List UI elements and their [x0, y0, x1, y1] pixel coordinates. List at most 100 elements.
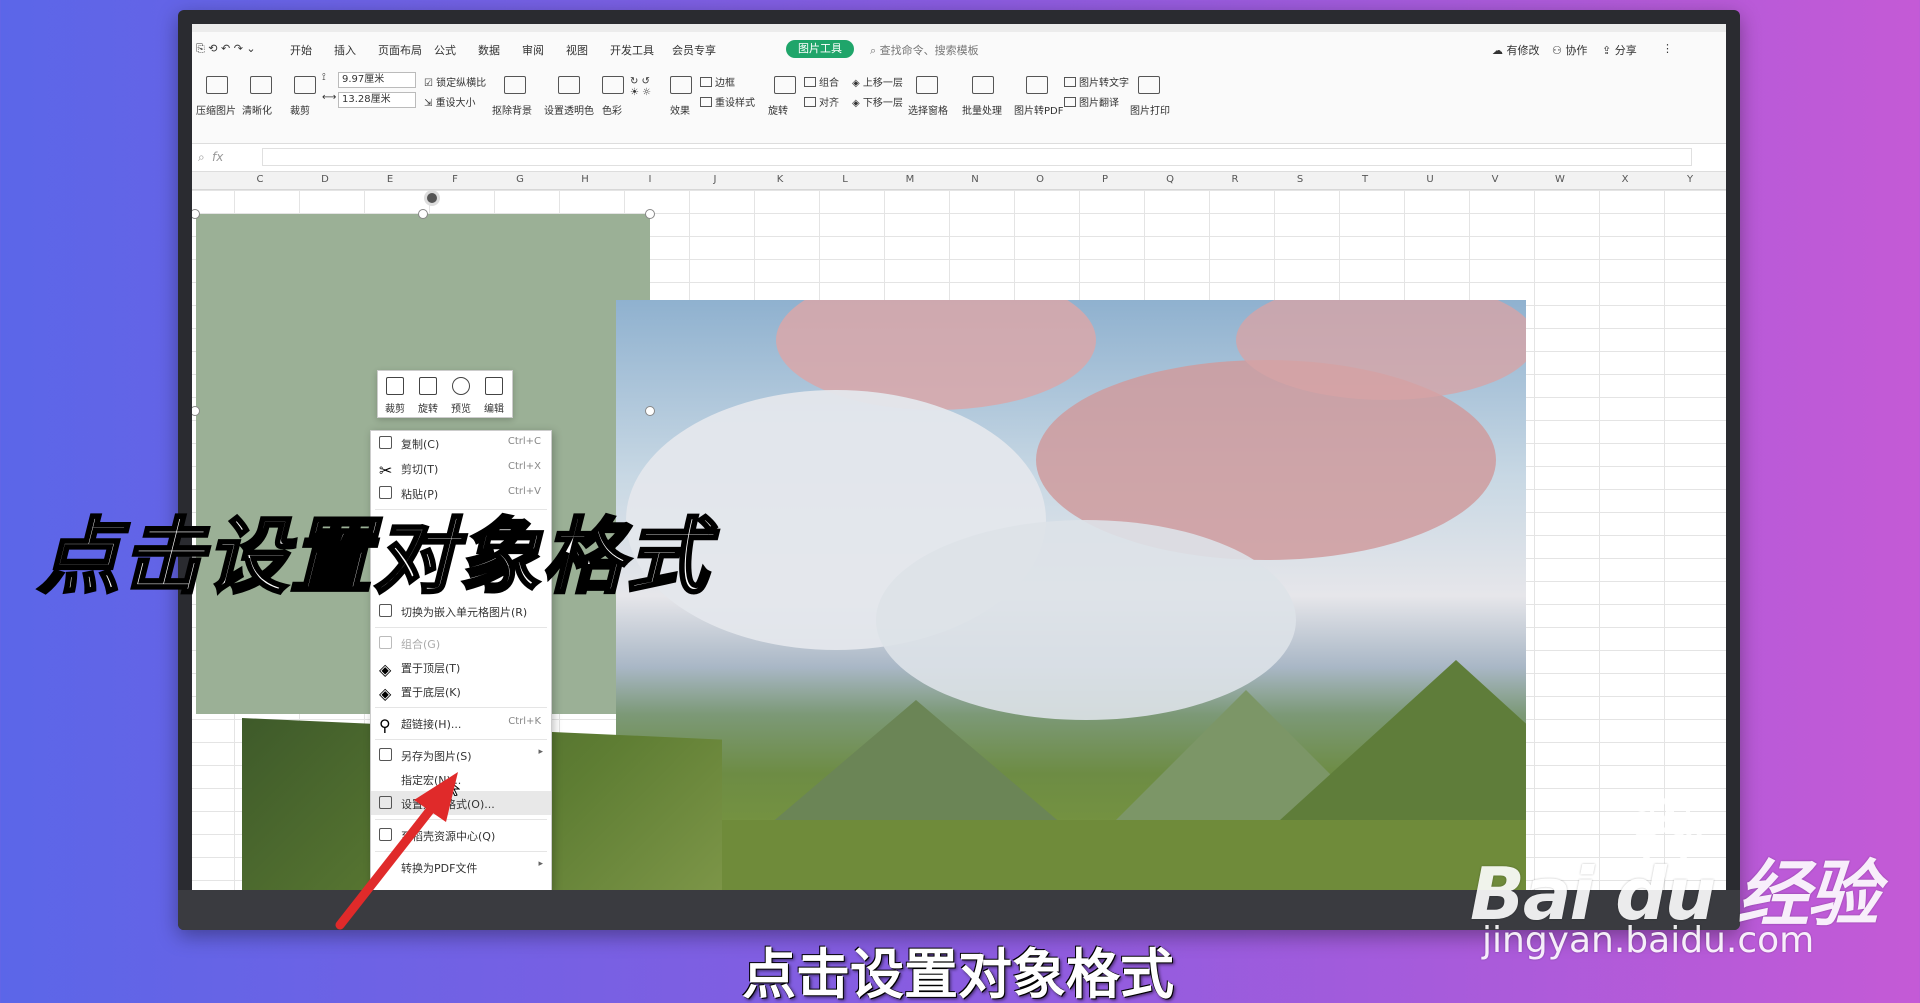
- menu-send-bottom[interactable]: ◈ 置于底层(K): [371, 679, 551, 703]
- rotate-handle[interactable]: [424, 190, 440, 206]
- group-button[interactable]: 组合: [804, 74, 839, 89]
- more-icon[interactable]: ⋮: [1662, 42, 1673, 55]
- column-header-d[interactable]: D: [315, 174, 335, 185]
- clarity-button[interactable]: 清晰化: [242, 102, 272, 117]
- reset-style-button[interactable]: 重设样式: [700, 94, 755, 109]
- width-input[interactable]: 13.28厘米: [338, 92, 416, 108]
- batch-button[interactable]: 批量处理: [962, 102, 1002, 117]
- formula-bar: ⌕ fx: [192, 144, 1726, 172]
- menu-hyperlink[interactable]: ⚲ 超链接(H)... Ctrl+K: [371, 711, 551, 735]
- column-header-p[interactable]: P: [1095, 174, 1115, 185]
- meadow: [616, 820, 1526, 892]
- float-crop-button[interactable]: 裁剪: [380, 377, 410, 416]
- collab-label: 协作: [1565, 44, 1588, 57]
- reset-style-label: 重设样式: [715, 98, 755, 109]
- color-button[interactable]: 色彩: [602, 102, 622, 117]
- menu-formula[interactable]: 公式: [434, 42, 456, 58]
- adjust-icons[interactable]: ↻ ↺ ☀ ☼: [630, 76, 651, 98]
- effect-button[interactable]: 效果: [670, 102, 690, 117]
- collab-button[interactable]: ⚇ 协作: [1552, 42, 1587, 58]
- rotate-icon: [419, 377, 437, 395]
- modified-button[interactable]: ☁ 有修改: [1492, 42, 1540, 58]
- menu-page-layout[interactable]: 页面布局: [378, 42, 422, 58]
- sky-mountain-image[interactable]: [616, 300, 1526, 892]
- resize-handle[interactable]: [418, 209, 428, 219]
- reset-size-button[interactable]: ⇲ 重设大小: [424, 94, 476, 109]
- chevron-right-icon: ▸: [538, 747, 543, 757]
- lock-ratio-checkbox[interactable]: ☑ 锁定纵横比: [424, 74, 486, 89]
- float-rotate-button[interactable]: 旋转: [413, 377, 443, 416]
- search-box[interactable]: ⌕ 查找命令、搜索模板: [870, 42, 979, 58]
- column-header-l[interactable]: L: [835, 174, 855, 185]
- resize-handle[interactable]: [645, 406, 655, 416]
- column-header-v[interactable]: V: [1485, 174, 1505, 185]
- column-header-t[interactable]: T: [1355, 174, 1375, 185]
- align-button[interactable]: 对齐: [804, 94, 839, 109]
- menu-review[interactable]: 审阅: [522, 42, 544, 58]
- formula-input[interactable]: [262, 148, 1692, 166]
- compress-button[interactable]: 压缩图片: [196, 102, 236, 117]
- column-header-i[interactable]: I: [640, 174, 660, 185]
- to-text-button[interactable]: 图片转文字: [1064, 74, 1129, 89]
- zoom-icon[interactable]: ⌕: [198, 150, 205, 165]
- transparency-button[interactable]: 设置透明色: [544, 102, 594, 117]
- print-button[interactable]: 图片打印: [1130, 102, 1170, 117]
- float-preview-button[interactable]: 预览: [446, 377, 476, 416]
- share-button[interactable]: ⇪ 分享: [1602, 42, 1637, 58]
- selection-pane-button[interactable]: 选择窗格: [908, 102, 948, 117]
- menu-cut[interactable]: ✂ 剪切(T) Ctrl+X: [371, 456, 551, 480]
- column-header-j[interactable]: J: [705, 174, 725, 185]
- column-header-s[interactable]: S: [1290, 174, 1310, 185]
- border-button[interactable]: 边框: [700, 74, 735, 89]
- menu-member[interactable]: 会员专享: [672, 42, 716, 58]
- column-header-c[interactable]: C: [250, 174, 270, 185]
- menu-bring-top-label: 置于顶层(T): [401, 662, 461, 675]
- video-subtitle: 点击设置对象格式: [742, 943, 1174, 1003]
- column-header-x[interactable]: X: [1615, 174, 1635, 185]
- column-header-h[interactable]: H: [575, 174, 595, 185]
- effect-icon: [670, 76, 692, 94]
- rotate-button[interactable]: 旋转: [768, 102, 788, 117]
- column-header-r[interactable]: R: [1225, 174, 1245, 185]
- layers-icon: ◈: [379, 684, 392, 703]
- column-header-o[interactable]: O: [1030, 174, 1050, 185]
- menu-copy[interactable]: 复制(C) Ctrl+C: [371, 431, 551, 455]
- menu-group[interactable]: 组合(G): [371, 631, 551, 655]
- menu-data[interactable]: 数据: [478, 42, 500, 58]
- crop-button[interactable]: 裁剪: [290, 102, 310, 117]
- height-input[interactable]: 9.97厘米: [338, 72, 416, 88]
- border-icon: [700, 77, 712, 87]
- resize-handle[interactable]: [645, 209, 655, 219]
- column-header-n[interactable]: N: [965, 174, 985, 185]
- float-edit-button[interactable]: 编辑: [479, 377, 509, 416]
- column-header-g[interactable]: G: [510, 174, 530, 185]
- menu-start[interactable]: 开始: [290, 42, 312, 58]
- translate-button[interactable]: 图片翻译: [1064, 94, 1119, 109]
- column-header-m[interactable]: M: [900, 174, 920, 185]
- menu-bring-top[interactable]: ◈ 置于顶层(T): [371, 655, 551, 679]
- group-label: 组合: [819, 78, 839, 89]
- column-header-y[interactable]: Y: [1680, 174, 1700, 185]
- menu-view[interactable]: 视图: [566, 42, 588, 58]
- column-header-f[interactable]: F: [445, 174, 465, 185]
- selection-pane-icon: [916, 76, 938, 94]
- menu-copy-label: 复制(C): [401, 438, 440, 451]
- menu-insert[interactable]: 插入: [334, 42, 356, 58]
- column-header-q[interactable]: Q: [1160, 174, 1180, 185]
- column-header-e[interactable]: E: [380, 174, 400, 185]
- to-pdf-button[interactable]: 图片转PDF: [1014, 102, 1063, 117]
- quick-access-icons[interactable]: ⎘ ⟲ ↶ ↷ ⌄: [196, 42, 256, 56]
- send-backward-button[interactable]: ◈ 下移一层: [852, 94, 903, 109]
- tab-picture-tools[interactable]: 图片工具: [786, 40, 854, 58]
- bring-forward-button[interactable]: ◈ 上移一层: [852, 74, 903, 89]
- menu-row: ⎘ ⟲ ↶ ↷ ⌄ 开始 插入 页面布局 公式 数据 审阅 视图 开发工具 会员…: [192, 32, 1726, 66]
- remove-bg-button[interactable]: 抠除背景: [492, 102, 532, 117]
- menu-developer[interactable]: 开发工具: [610, 42, 654, 58]
- column-header-w[interactable]: W: [1550, 174, 1570, 185]
- group-icon: [804, 77, 816, 87]
- remove-bg-icon: [504, 76, 526, 94]
- crop-icon: [386, 377, 404, 395]
- column-header-u[interactable]: U: [1420, 174, 1440, 185]
- tab-strip: [192, 24, 1726, 32]
- column-header-k[interactable]: K: [770, 174, 790, 185]
